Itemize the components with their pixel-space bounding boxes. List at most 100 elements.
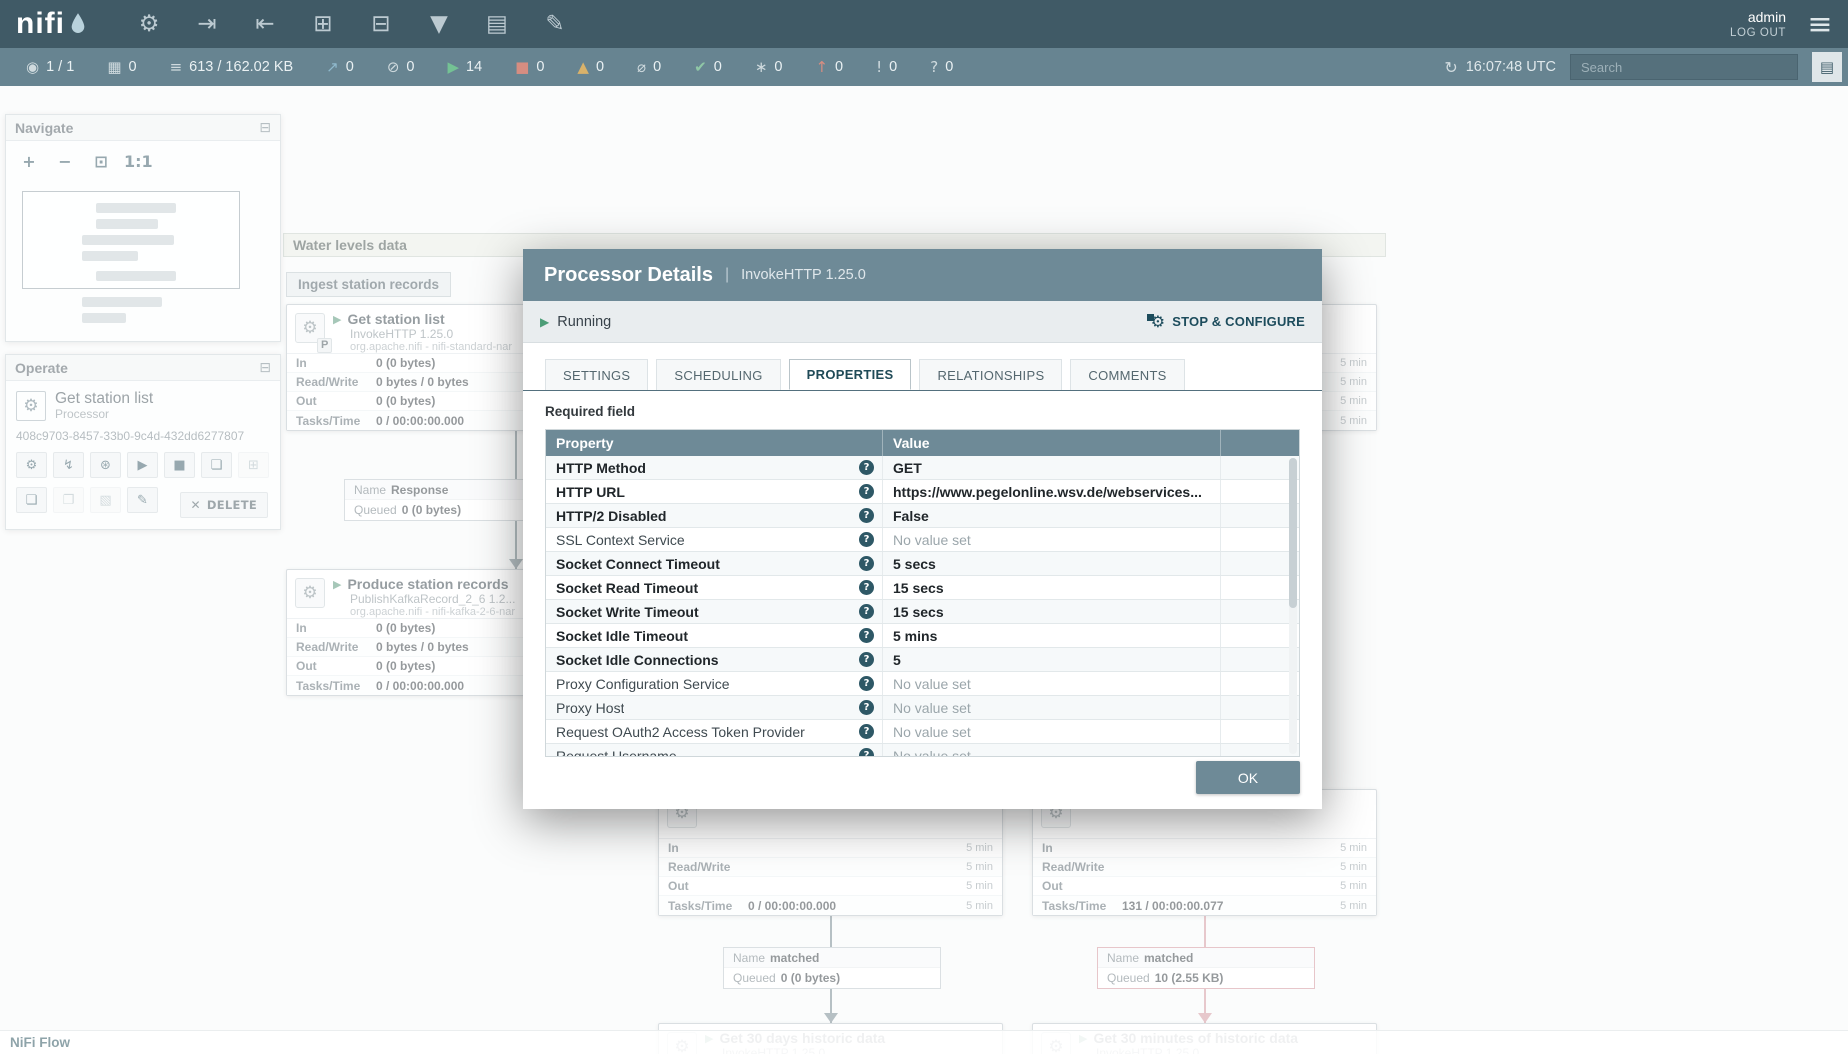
- stop-configure-icon: [1146, 313, 1166, 330]
- property-name: SSL Context Service: [556, 531, 685, 548]
- property-name: Request OAuth2 Access Token Provider: [556, 723, 805, 740]
- status-count: 0: [835, 59, 844, 75]
- status-count: 1 / 1: [46, 59, 75, 75]
- property-row: Socket Read Timeout 15 secs: [546, 576, 1299, 600]
- component-toolbar: ⚙ ⇥ ⇤ ⊞ ⊟ ▼ ▤ ✎: [133, 8, 571, 40]
- property-row: Socket Idle Connections 5: [546, 648, 1299, 672]
- stale-icon: ↑ 0: [815, 57, 844, 76]
- bulletin-icon: [1820, 58, 1834, 76]
- help-icon[interactable]: [859, 508, 874, 523]
- property-row: Request OAuth2 Access Token Provider No …: [546, 720, 1299, 744]
- running-icon: ▶ 14: [447, 57, 483, 76]
- property-row: Socket Write Timeout 15 secs: [546, 600, 1299, 624]
- property-row: SSL Context Service No value set: [546, 528, 1299, 552]
- help-icon[interactable]: [859, 724, 874, 739]
- header-right: admin LOG OUT: [1730, 6, 1848, 42]
- help-icon[interactable]: [859, 604, 874, 619]
- property-value: 15 secs: [883, 600, 1221, 623]
- property-value: No value set: [883, 744, 1221, 756]
- status-count: 0: [889, 59, 898, 75]
- property-value: 15 secs: [883, 576, 1221, 599]
- stop-and-configure-button[interactable]: STOP & CONFIGURE: [1146, 313, 1305, 330]
- status-count: 0: [345, 59, 354, 75]
- property-name: Socket Idle Connections: [556, 651, 719, 668]
- dialog-header: Processor Details | InvokeHTTP 1.25.0: [523, 249, 1322, 301]
- template-icon[interactable]: ▤: [481, 8, 513, 40]
- property-name: Proxy Host: [556, 699, 625, 716]
- help-icon[interactable]: [859, 460, 874, 475]
- help-icon[interactable]: [859, 652, 874, 667]
- label-icon[interactable]: ✎: [539, 8, 571, 40]
- bulletin-board-button[interactable]: [1812, 52, 1842, 82]
- status-count: 14: [466, 59, 483, 75]
- status-count: 0: [774, 59, 783, 75]
- global-menu-icon[interactable]: [1802, 6, 1838, 42]
- property-name: Request Username: [556, 747, 677, 757]
- last-refreshed-time: 16:07:48 UTC: [1465, 59, 1556, 75]
- table-scrollbar: [1289, 458, 1297, 754]
- tab-relationships[interactable]: RELATIONSHIPS: [919, 359, 1063, 390]
- tab-settings[interactable]: SETTINGS: [545, 359, 649, 390]
- dialog-state-row: Running STOP & CONFIGURE: [523, 301, 1322, 343]
- refresh-icon[interactable]: [1444, 58, 1457, 77]
- help-icon[interactable]: [859, 748, 874, 756]
- tab-scheduling[interactable]: SCHEDULING: [656, 359, 781, 390]
- help-icon[interactable]: [859, 628, 874, 643]
- locally-modified-icon: ∗ 0: [754, 57, 783, 76]
- invalid-icon: ▲ 0: [577, 57, 605, 76]
- process-group-icon[interactable]: ⊞: [307, 8, 339, 40]
- run-state-label: Running: [557, 313, 612, 330]
- tab-comments[interactable]: COMMENTS: [1070, 359, 1185, 390]
- property-name: Socket Connect Timeout: [556, 555, 720, 572]
- help-icon[interactable]: [859, 700, 874, 715]
- property-name: Socket Write Timeout: [556, 603, 699, 620]
- help-icon[interactable]: [859, 484, 874, 499]
- dialog-footer: OK: [523, 761, 1322, 809]
- property-value: 5 mins: [883, 624, 1221, 647]
- locally-modified-stale-icon: ! 0: [876, 57, 898, 76]
- required-field-note: Required field: [545, 404, 636, 419]
- help-icon[interactable]: [859, 580, 874, 595]
- sync-failure-icon: ? 0: [930, 57, 954, 76]
- property-row: Request Username No value set: [546, 744, 1299, 757]
- scrollbar-thumb[interactable]: [1289, 458, 1297, 608]
- disabled-icon: ⌀ 0: [637, 57, 662, 76]
- output-port-icon[interactable]: ⇤: [249, 8, 281, 40]
- properties-rows: HTTP Method GET HTTP URL https://www.peg…: [546, 456, 1299, 757]
- status-count: 613 / 162.02 KB: [189, 59, 294, 75]
- up-to-date-icon: ✔ 0: [694, 57, 722, 76]
- tab-properties[interactable]: PROPERTIES: [788, 359, 912, 390]
- properties-table-header: Property Value: [546, 430, 1299, 456]
- property-row: Proxy Host No value set: [546, 696, 1299, 720]
- ok-button[interactable]: OK: [1196, 761, 1300, 794]
- logout-link[interactable]: LOG OUT: [1730, 27, 1786, 39]
- search-input[interactable]: [1570, 54, 1798, 80]
- dialog-subtitle: InvokeHTTP 1.25.0: [741, 267, 866, 283]
- stopped-icon: ■ 0: [515, 57, 545, 76]
- input-port-icon[interactable]: ⇥: [191, 8, 223, 40]
- property-value: False: [883, 504, 1221, 527]
- property-value: No value set: [883, 672, 1221, 695]
- status-count: 0: [945, 59, 954, 75]
- property-value: No value set: [883, 528, 1221, 551]
- help-icon[interactable]: [859, 556, 874, 571]
- status-counts: ◉ 1 / 1 ▦ 0 ≡ 613 / 162.02 KB ↗ 0 ⊘ 0 ▶ …: [26, 59, 953, 75]
- cluster-icon: ◉ 1 / 1: [26, 57, 75, 76]
- droplet-icon: [71, 13, 85, 33]
- status-count: 0: [713, 59, 722, 75]
- properties-table: Property Value HTTP Method GET HTTP: [545, 429, 1300, 757]
- property-name: HTTP URL: [556, 483, 625, 500]
- property-column-header: Property: [546, 430, 883, 456]
- running-state-icon: [540, 315, 549, 329]
- property-row: HTTP URL https://www.pegelonline.wsv.de/…: [546, 480, 1299, 504]
- active-threads-icon: ▦ 0: [107, 57, 137, 76]
- property-row: HTTP/2 Disabled False: [546, 504, 1299, 528]
- help-icon[interactable]: [859, 532, 874, 547]
- processor-icon[interactable]: ⚙: [133, 8, 165, 40]
- funnel-icon[interactable]: ▼: [423, 8, 455, 40]
- transmitting-icon: ↗ 0: [326, 57, 354, 76]
- remote-process-group-icon[interactable]: ⊟: [365, 8, 397, 40]
- property-name: Socket Read Timeout: [556, 579, 699, 596]
- help-icon[interactable]: [859, 676, 874, 691]
- nifi-logo-text: nifi: [16, 7, 65, 40]
